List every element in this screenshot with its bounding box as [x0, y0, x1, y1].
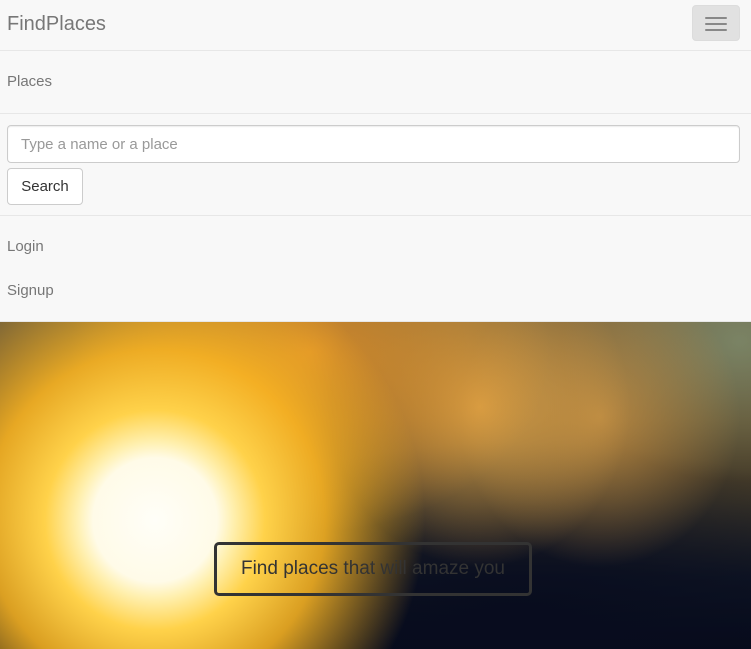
page: FindPlaces Places Search Login Signup Fi… — [0, 0, 751, 649]
divider — [0, 113, 751, 114]
nav-link-login[interactable]: Login — [7, 238, 44, 256]
nav-link-places[interactable]: Places — [7, 73, 52, 91]
find-places-button[interactable]: Find places that will amaze you — [214, 542, 532, 596]
brand-link[interactable]: FindPlaces — [7, 12, 106, 36]
search-input[interactable] — [7, 125, 740, 163]
hamburger-bar — [705, 17, 727, 19]
hamburger-bar — [705, 23, 727, 25]
navbar-header: FindPlaces — [0, 0, 751, 51]
navbar: FindPlaces Places Search Login Signup — [0, 0, 751, 322]
hamburger-bar — [705, 29, 727, 31]
navbar-toggle-button[interactable] — [692, 5, 740, 41]
search-button[interactable]: Search — [7, 168, 83, 205]
divider — [0, 215, 751, 216]
hero-section: Find places that will amaze you — [0, 322, 751, 649]
nav-link-signup[interactable]: Signup — [7, 282, 54, 300]
